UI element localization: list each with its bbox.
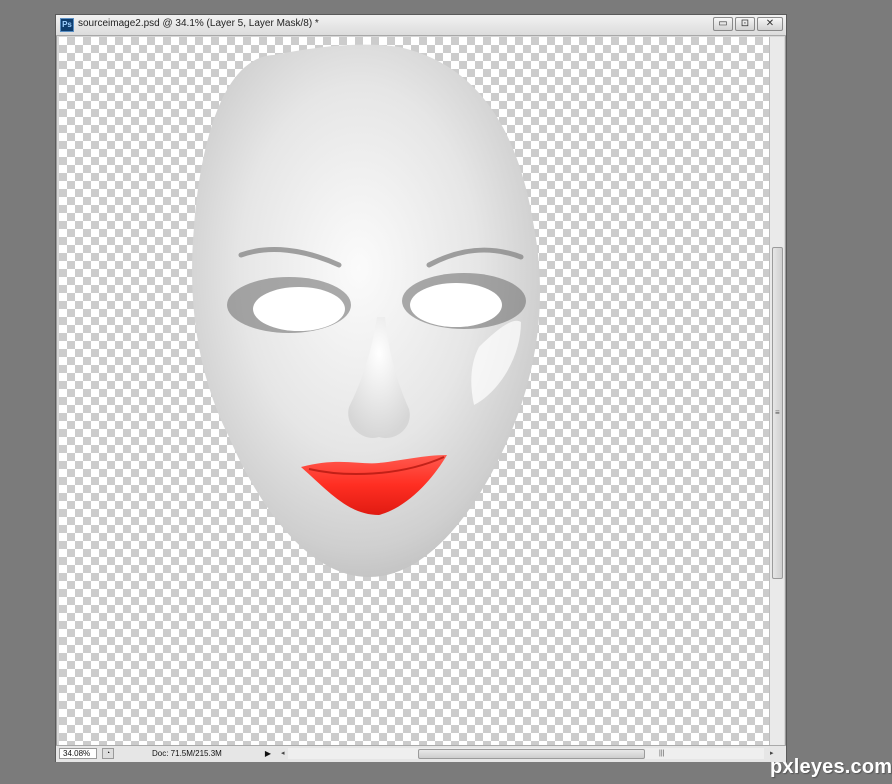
watermark: pxleyes.com [770, 756, 892, 778]
window-controls: ▭ ⊡ ✕ [713, 17, 783, 31]
document-canvas[interactable] [59, 37, 769, 745]
minimize-icon: ▭ [718, 18, 728, 29]
doc-size-info: Doc: 71.5M/215.3M [152, 749, 222, 758]
document-window: Ps sourceimage2.psd @ 34.1% (Layer 5, La… [55, 14, 787, 762]
status-menu-arrow-icon[interactable]: ▶ [263, 748, 273, 759]
status-info-icon[interactable]: ◔ [102, 748, 114, 759]
zoom-field[interactable]: 34.08% [59, 748, 97, 759]
mask-artwork [192, 44, 541, 577]
status-bar: 34.08% ◔ Doc: 71.5M/215.3M ▶ ◂ ||| ▸ [56, 745, 786, 762]
grip-icon: ≡ [775, 408, 780, 417]
document-title: sourceimage2.psd @ 34.1% (Layer 5, Layer… [78, 18, 319, 29]
right-eye-hole [410, 283, 502, 327]
vertical-scrollbar[interactable]: ≡ [769, 37, 784, 745]
grip-icon: ||| [659, 750, 665, 757]
minimize-button[interactable]: ▭ [713, 17, 733, 31]
title-bar[interactable]: Ps sourceimage2.psd @ 34.1% (Layer 5, La… [56, 15, 786, 36]
horizontal-scroll-thumb[interactable]: ||| [418, 749, 664, 759]
vertical-scroll-thumb[interactable]: ≡ [772, 247, 783, 579]
maximize-icon: ⊡ [740, 18, 750, 29]
photoshop-icon: Ps [60, 18, 74, 32]
close-button[interactable]: ✕ [757, 17, 783, 31]
maximize-button[interactable]: ⊡ [735, 17, 755, 31]
horizontal-scrollbar[interactable]: ||| [288, 748, 764, 759]
left-eye-hole [253, 287, 345, 331]
close-icon: ✕ [765, 18, 775, 29]
scroll-left-icon[interactable]: ◂ [281, 749, 285, 757]
